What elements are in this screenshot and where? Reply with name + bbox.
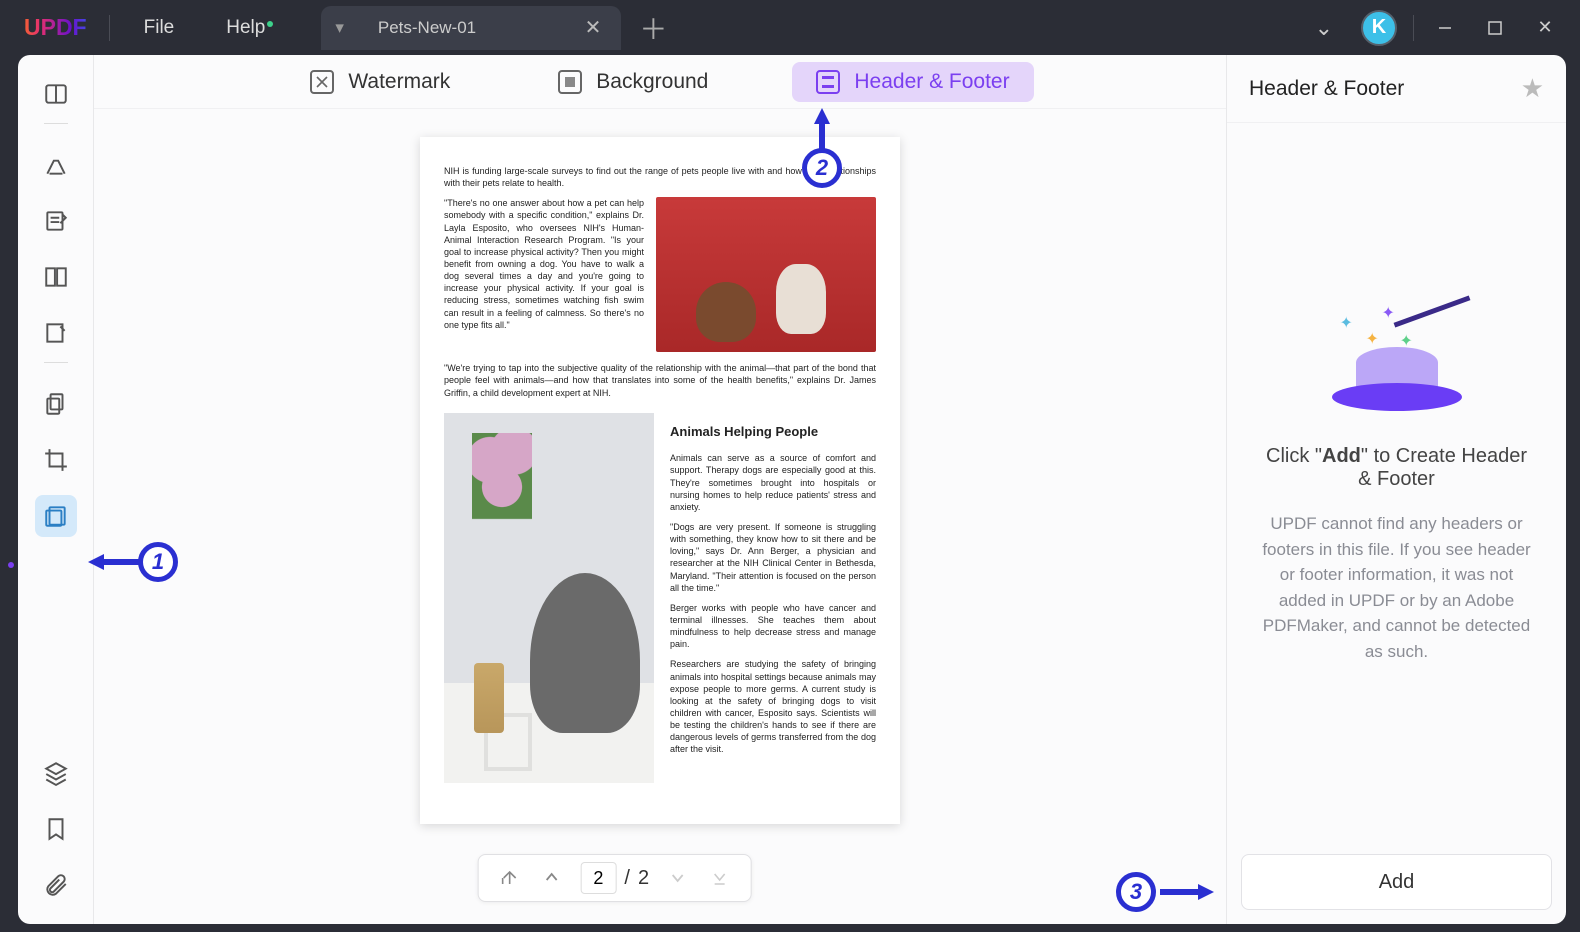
tab-caret-icon: ▾ xyxy=(335,18,344,38)
app-frame: Watermark Background Header & Footer NIH… xyxy=(18,55,1566,924)
annotation-2: 2 xyxy=(802,148,842,188)
doc-p6: Researchers are studying the safety of b… xyxy=(670,658,876,755)
crop-tool-icon[interactable] xyxy=(35,439,77,481)
watermark-tab[interactable]: Watermark xyxy=(286,62,474,102)
watermark-icon xyxy=(310,70,334,94)
page-tool-tabs: Watermark Background Header & Footer xyxy=(94,55,1226,109)
doc-p4: "Dogs are very present. If someone is st… xyxy=(670,521,876,594)
page-navigation: / 2 xyxy=(477,854,752,902)
page-tools-icon[interactable] xyxy=(35,495,77,537)
edit-tool-icon[interactable] xyxy=(35,200,77,242)
tabs-dropdown-icon[interactable]: ⌄ xyxy=(1297,9,1351,47)
file-menu[interactable]: File xyxy=(118,17,201,39)
background-icon xyxy=(558,70,582,94)
document-viewport[interactable]: NIH is funding large-scale surveys to fi… xyxy=(94,109,1226,924)
layers-icon[interactable] xyxy=(35,752,77,794)
page-sep: / xyxy=(624,867,638,890)
maximize-button[interactable] xyxy=(1470,8,1520,48)
document-tab[interactable]: ▾ Pets-New-01 ✕ xyxy=(321,6,621,50)
annotation-1: 1 xyxy=(138,542,178,582)
next-page-button[interactable] xyxy=(657,860,699,896)
close-tab-icon[interactable]: ✕ xyxy=(579,9,608,46)
new-tab-button[interactable]: ＋ xyxy=(621,8,685,48)
highlight-tool-icon[interactable] xyxy=(35,144,77,186)
annotation-3: 3 xyxy=(1116,872,1156,912)
page-number-input[interactable] xyxy=(580,862,616,894)
cat-image xyxy=(444,413,654,783)
reader-tool-icon[interactable] xyxy=(35,73,77,115)
titlebar: UPDF File Help ▾ Pets-New-01 ✕ ＋ ⌄ K ✕ xyxy=(0,0,1580,55)
content-area: Watermark Background Header & Footer NIH… xyxy=(94,55,1226,924)
divider xyxy=(109,15,110,41)
doc-p2: "We're trying to tap into the subjective… xyxy=(444,362,876,398)
annotation-3-arrow-icon xyxy=(1156,882,1214,902)
copy-tool-icon[interactable] xyxy=(35,383,77,425)
organize-tool-icon[interactable] xyxy=(35,256,77,298)
tab-title: Pets-New-01 xyxy=(378,18,476,38)
doc-heading: Animals Helping People xyxy=(670,423,876,441)
user-avatar[interactable]: K xyxy=(1361,10,1397,46)
document-page: NIH is funding large-scale surveys to fi… xyxy=(420,137,900,824)
minimize-button[interactable] xyxy=(1420,8,1470,48)
left-sidebar xyxy=(18,55,94,924)
notification-dot-icon xyxy=(267,21,273,27)
prev-page-button[interactable] xyxy=(530,860,572,896)
first-page-button[interactable] xyxy=(488,860,530,896)
magic-hat-icon: ✦✦✦✦ xyxy=(1322,299,1472,419)
attachment-icon[interactable] xyxy=(35,864,77,906)
panel-description: UPDF cannot find any headers or footers … xyxy=(1257,511,1536,664)
background-tab[interactable]: Background xyxy=(534,62,732,102)
panel-message: Click "Add" to Create Header & Footer xyxy=(1257,445,1536,491)
add-button[interactable]: Add xyxy=(1241,854,1552,910)
close-window-button[interactable]: ✕ xyxy=(1520,8,1570,48)
panel-title: Header & Footer xyxy=(1249,77,1521,101)
form-tool-icon[interactable] xyxy=(35,312,77,354)
dogs-image xyxy=(656,197,876,352)
doc-p3: Animals can serve as a source of comfort… xyxy=(670,452,876,513)
header-footer-icon xyxy=(816,70,840,94)
right-panel: Header & Footer ★ ✦✦✦✦ Click "Add" to Cr… xyxy=(1226,55,1566,924)
app-logo: UPDF xyxy=(10,14,101,41)
page-total: 2 xyxy=(638,867,657,890)
bookmark-icon[interactable] xyxy=(35,808,77,850)
last-page-button[interactable] xyxy=(699,860,741,896)
help-menu[interactable]: Help xyxy=(200,17,291,39)
header-footer-tab[interactable]: Header & Footer xyxy=(792,62,1033,102)
doc-p5: Berger works with people who have cancer… xyxy=(670,602,876,651)
indicator-dot-icon xyxy=(8,562,14,568)
favorite-star-icon[interactable]: ★ xyxy=(1521,73,1544,104)
